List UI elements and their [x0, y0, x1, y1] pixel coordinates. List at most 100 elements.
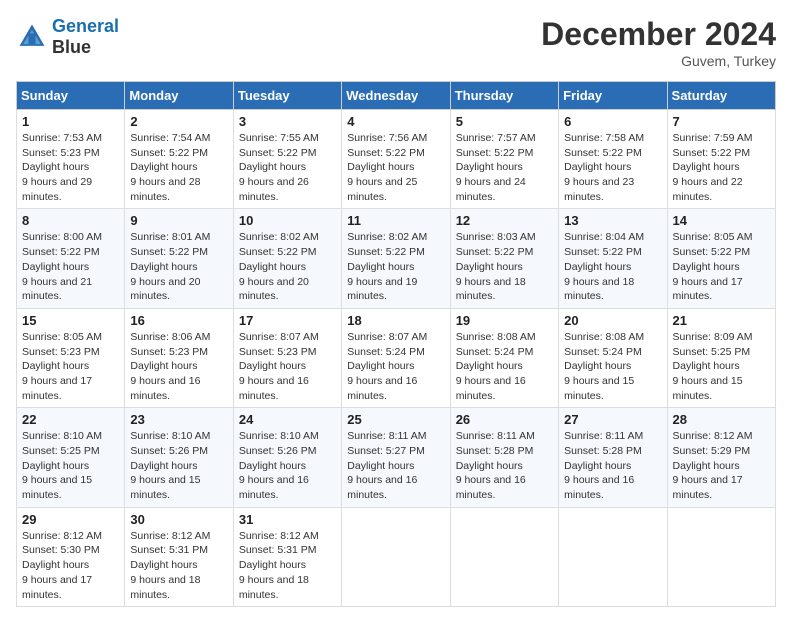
calendar-cell: 21 Sunrise: 8:09 AMSunset: 5:25 PMDayligh… [667, 308, 775, 407]
weekday-header: Wednesday [342, 82, 450, 110]
calendar-week-row: 15Sunrise: 8:05 AMSunset: 5:23 PMDayligh… [17, 308, 776, 407]
calendar-cell [450, 507, 558, 606]
calendar-cell: 19Sunrise: 8:08 AMSunset: 5:24 PMDayligh… [450, 308, 558, 407]
weekday-header: Friday [559, 82, 667, 110]
day-number: 3 [239, 114, 336, 129]
calendar-cell: 30 Sunrise: 8:12 AMSunset: 5:31 PMDayligh… [125, 507, 233, 606]
day-number: 29 [22, 512, 119, 527]
calendar-cell: 7 Sunrise: 7:59 AMSunset: 5:22 PMDaylight… [667, 110, 775, 209]
day-info: Sunrise: 8:11 AMSunset: 5:28 PMDaylight … [456, 429, 553, 502]
calendar-cell [559, 507, 667, 606]
calendar-cell: 31 Sunrise: 8:12 AMSunset: 5:31 PMDayligh… [233, 507, 341, 606]
day-info: Sunrise: 8:10 AMSunset: 5:26 PMDaylight … [239, 429, 336, 502]
day-info: Sunrise: 7:56 AMSunset: 5:22 PMDaylight … [347, 131, 444, 204]
logo: General Blue [16, 16, 119, 58]
day-number: 17 [239, 313, 336, 328]
calendar-cell: 20 Sunrise: 8:08 AMSunset: 5:24 PMDayligh… [559, 308, 667, 407]
day-number: 26 [456, 412, 553, 427]
page-header: General Blue December 2024 Guvem, Turkey [16, 16, 776, 69]
day-info: Sunrise: 8:02 AMSunset: 5:22 PMDaylight … [239, 230, 336, 303]
calendar-cell: 29 Sunrise: 8:12 AMSunset: 5:30 PMDayligh… [17, 507, 125, 606]
calendar-cell: 18 Sunrise: 8:07 AMSunset: 5:24 PMDayligh… [342, 308, 450, 407]
day-info: Sunrise: 8:12 AMSunset: 5:31 PMDaylight … [239, 529, 336, 602]
day-info: Sunrise: 8:02 AMSunset: 5:22 PMDaylight … [347, 230, 444, 303]
calendar-cell: 13Sunrise: 8:04 AMSunset: 5:22 PMDayligh… [559, 209, 667, 308]
day-info: Sunrise: 7:54 AMSunset: 5:22 PMDaylight … [130, 131, 227, 204]
day-number: 12 [456, 213, 553, 228]
day-info: Sunrise: 8:03 AMSunset: 5:22 PMDaylight … [456, 230, 553, 303]
day-number: 13 [564, 213, 661, 228]
calendar-cell: 10 Sunrise: 8:02 AMSunset: 5:22 PMDayligh… [233, 209, 341, 308]
day-number: 20 [564, 313, 661, 328]
day-info: Sunrise: 7:57 AMSunset: 5:22 PMDaylight … [456, 131, 553, 204]
calendar-cell: 24 Sunrise: 8:10 AMSunset: 5:26 PMDayligh… [233, 408, 341, 507]
day-number: 30 [130, 512, 227, 527]
calendar-week-row: 8 Sunrise: 8:00 AMSunset: 5:22 PMDaylight… [17, 209, 776, 308]
day-info: Sunrise: 7:55 AMSunset: 5:22 PMDaylight … [239, 131, 336, 204]
calendar-cell: 16Sunrise: 8:06 AMSunset: 5:23 PMDayligh… [125, 308, 233, 407]
calendar-table: SundayMondayTuesdayWednesdayThursdayFrid… [16, 81, 776, 607]
calendar-week-row: 22 Sunrise: 8:10 AMSunset: 5:25 PMDayligh… [17, 408, 776, 507]
calendar-cell: 4 Sunrise: 7:56 AMSunset: 5:22 PMDaylight… [342, 110, 450, 209]
calendar-cell: 14 Sunrise: 8:05 AMSunset: 5:22 PMDayligh… [667, 209, 775, 308]
calendar-cell: 27 Sunrise: 8:11 AMSunset: 5:28 PMDayligh… [559, 408, 667, 507]
day-info: Sunrise: 8:12 AMSunset: 5:30 PMDaylight … [22, 529, 119, 602]
calendar-cell: 11Sunrise: 8:02 AMSunset: 5:22 PMDayligh… [342, 209, 450, 308]
calendar-cell: 3 Sunrise: 7:55 AMSunset: 5:22 PMDaylight… [233, 110, 341, 209]
day-info: Sunrise: 8:11 AMSunset: 5:27 PMDaylight … [347, 429, 444, 502]
calendar-week-row: 29 Sunrise: 8:12 AMSunset: 5:30 PMDayligh… [17, 507, 776, 606]
calendar-header-row: SundayMondayTuesdayWednesdayThursdayFrid… [17, 82, 776, 110]
calendar-cell: 5Sunrise: 7:57 AMSunset: 5:22 PMDaylight… [450, 110, 558, 209]
day-info: Sunrise: 7:58 AMSunset: 5:22 PMDaylight … [564, 131, 661, 204]
calendar-cell: 26 Sunrise: 8:11 AMSunset: 5:28 PMDayligh… [450, 408, 558, 507]
day-info: Sunrise: 8:12 AMSunset: 5:31 PMDaylight … [130, 529, 227, 602]
day-number: 7 [673, 114, 770, 129]
calendar-cell: 12 Sunrise: 8:03 AMSunset: 5:22 PMDayligh… [450, 209, 558, 308]
day-number: 23 [130, 412, 227, 427]
calendar-cell: 8 Sunrise: 8:00 AMSunset: 5:22 PMDaylight… [17, 209, 125, 308]
day-info: Sunrise: 8:08 AMSunset: 5:24 PMDaylight … [456, 330, 553, 403]
day-number: 14 [673, 213, 770, 228]
day-info: Sunrise: 8:11 AMSunset: 5:28 PMDaylight … [564, 429, 661, 502]
calendar-cell: 2 Sunrise: 7:54 AMSunset: 5:22 PMDaylight… [125, 110, 233, 209]
day-info: Sunrise: 8:10 AMSunset: 5:26 PMDaylight … [130, 429, 227, 502]
day-info: Sunrise: 8:09 AMSunset: 5:25 PMDaylight … [673, 330, 770, 403]
calendar-cell: 23 Sunrise: 8:10 AMSunset: 5:26 PMDayligh… [125, 408, 233, 507]
day-info: Sunrise: 8:12 AMSunset: 5:29 PMDaylight … [673, 429, 770, 502]
day-number: 2 [130, 114, 227, 129]
day-number: 6 [564, 114, 661, 129]
day-number: 4 [347, 114, 444, 129]
day-number: 27 [564, 412, 661, 427]
day-info: Sunrise: 8:08 AMSunset: 5:24 PMDaylight … [564, 330, 661, 403]
calendar-cell [342, 507, 450, 606]
day-info: Sunrise: 7:53 AMSunset: 5:23 PMDaylight … [22, 131, 119, 204]
calendar-week-row: 1 Sunrise: 7:53 AMSunset: 5:23 PMDaylight… [17, 110, 776, 209]
day-number: 22 [22, 412, 119, 427]
calendar-cell: 15Sunrise: 8:05 AMSunset: 5:23 PMDayligh… [17, 308, 125, 407]
day-info: Sunrise: 8:05 AMSunset: 5:22 PMDaylight … [673, 230, 770, 303]
day-number: 21 [673, 313, 770, 328]
day-number: 10 [239, 213, 336, 228]
day-number: 31 [239, 512, 336, 527]
logo-icon [16, 21, 48, 53]
calendar-cell: 6 Sunrise: 7:58 AMSunset: 5:22 PMDaylight… [559, 110, 667, 209]
day-number: 25 [347, 412, 444, 427]
day-info: Sunrise: 8:00 AMSunset: 5:22 PMDaylight … [22, 230, 119, 303]
day-info: Sunrise: 8:07 AMSunset: 5:24 PMDaylight … [347, 330, 444, 403]
day-number: 24 [239, 412, 336, 427]
calendar-cell: 28 Sunrise: 8:12 AMSunset: 5:29 PMDayligh… [667, 408, 775, 507]
title-area: December 2024 Guvem, Turkey [541, 16, 776, 69]
calendar-cell: 9Sunrise: 8:01 AMSunset: 5:22 PMDaylight… [125, 209, 233, 308]
day-number: 8 [22, 213, 119, 228]
day-info: Sunrise: 8:10 AMSunset: 5:25 PMDaylight … [22, 429, 119, 502]
day-number: 15 [22, 313, 119, 328]
calendar-cell: 25 Sunrise: 8:11 AMSunset: 5:27 PMDayligh… [342, 408, 450, 507]
day-info: Sunrise: 7:59 AMSunset: 5:22 PMDaylight … [673, 131, 770, 204]
day-number: 28 [673, 412, 770, 427]
day-number: 1 [22, 114, 119, 129]
day-number: 18 [347, 313, 444, 328]
day-info: Sunrise: 8:07 AMSunset: 5:23 PMDaylight … [239, 330, 336, 403]
weekday-header: Thursday [450, 82, 558, 110]
day-number: 9 [130, 213, 227, 228]
weekday-header: Sunday [17, 82, 125, 110]
